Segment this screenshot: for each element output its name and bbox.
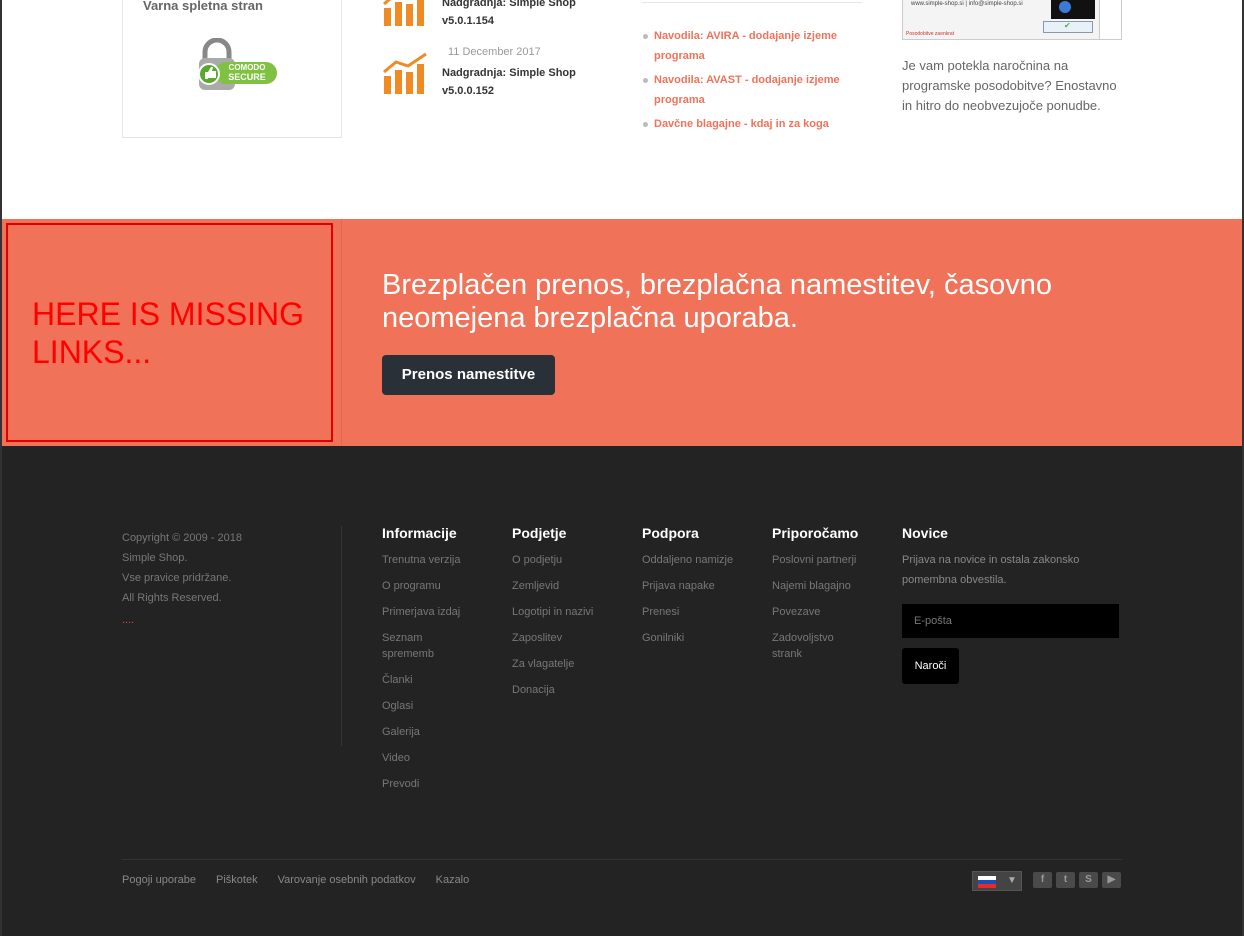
footer-link[interactable]: Galerija (382, 724, 502, 740)
footer-link[interactable]: Prenesi (642, 604, 762, 620)
chart-growth-icon (383, 52, 427, 94)
chevron-down-icon: ▼ (1007, 875, 1017, 886)
footer-bottom-link[interactable]: Kazalo (436, 874, 470, 886)
footer-link[interactable]: Video (382, 750, 502, 766)
subscribe-button[interactable]: Naroči (902, 648, 959, 684)
language-selector[interactable]: ▼ (972, 871, 1022, 891)
download-banner: HERE IS MISSING LINKS... Brezplačen pren… (2, 219, 1242, 446)
footer-link[interactable]: Primerjava izdaj (382, 604, 502, 620)
banner-left-panel: HERE IS MISSING LINKS... (2, 219, 342, 446)
footer-column-podpora: Podpora Oddaljeno namizje Prijava napake… (642, 524, 762, 656)
footer-column-title: Priporočamo (772, 525, 859, 541)
footer-link[interactable]: O podjetju (512, 552, 632, 568)
footer-link[interactable]: Donacija (512, 682, 632, 698)
news-title-line1: Nadgradnja: Simple Shop (442, 67, 576, 79)
footer-link[interactable]: Zemljevid (512, 578, 632, 594)
chart-growth-icon (383, 0, 424, 26)
newsletter: Novice Prijava na novice in ostala zakon… (902, 524, 1122, 684)
promo-text: Je vam potekla naročnina na programske p… (902, 58, 1117, 113)
news-item[interactable]: Nadgradnja: Simple Shop v5.0.1.154 (382, 0, 602, 44)
news-title[interactable]: Nadgradnja: Simple Shop v5.0.0.152 (442, 64, 602, 100)
footer-link[interactable]: Seznam sprememb (382, 630, 452, 662)
footer-link[interactable]: Gonilniki (642, 630, 762, 646)
slovenia-flag-icon (978, 876, 996, 888)
footer-link[interactable]: O programu (382, 578, 502, 594)
article-link[interactable]: Navodila: AVAST - dodajanje izjeme progr… (642, 70, 862, 110)
footer-link[interactable]: Prevodi (382, 776, 502, 792)
comodo-secure-badge[interactable]: COMODO SECURE (185, 38, 281, 94)
footer-column-priporocamo: Priporočamo Poslovni partnerji Najemi bl… (772, 524, 892, 672)
newsletter-title: Novice (902, 525, 948, 541)
footer-bottom-link[interactable]: Pogoji uporabe (122, 874, 196, 886)
footer-link[interactable]: Za vlagatelje (512, 656, 632, 672)
promo-image-text: www.simple-shop.si | info@simple-shop.si (911, 1, 1023, 7)
download-install-button[interactable]: Prenos namestitve (382, 355, 555, 395)
promo-screenshot[interactable]: www.simple-shop.si | info@simple-shop.si… (902, 0, 1122, 40)
banner-heading: Brezplačen prenos, brezplačna namestitev… (382, 269, 1053, 334)
footer-bottom-link[interactable]: Piškotek (216, 874, 258, 886)
facebook-icon[interactable]: f (1033, 872, 1052, 888)
footer-link[interactable]: Najemi blagajno (772, 578, 892, 594)
comodo-line2: SECURE (228, 72, 266, 82)
comodo-line1: COMODO (229, 63, 266, 72)
youtube-icon[interactable]: ▶ (1102, 872, 1121, 888)
footer-link[interactable]: Poslovni partnerji (772, 552, 892, 568)
top-section: Varna spletna stran COMODO SECURE Nadgra… (2, 0, 1242, 219)
footer-bottom-link[interactable]: Varovanje osebnih podatkov (278, 874, 416, 886)
footer-column-informacije: Informacije Trenutna verzija O programu … (382, 524, 502, 802)
promo-image-footer: Posodobitve zaenkrat (906, 31, 955, 37)
footer-column-title: Podpora (642, 525, 699, 541)
footer-column-title: Informacije (382, 525, 457, 541)
footer: Copyright © 2009 - 2018 Simple Shop. Vse… (2, 446, 1242, 936)
footer-link[interactable]: Povezave (772, 604, 892, 620)
email-field[interactable] (902, 604, 1119, 638)
skype-icon[interactable]: S (1079, 872, 1098, 888)
article-link[interactable]: Navodila: AVIRA - dodajanje izjeme progr… (642, 26, 862, 66)
secure-site-title: Varna spletna stran (143, 0, 263, 13)
news-item[interactable]: 11 December 2017 Nadgradnja: Simple Shop… (382, 44, 602, 104)
footer-link[interactable]: Zaposlitev (512, 630, 632, 646)
footer-link[interactable]: Oglasi (382, 698, 502, 714)
footer-column-podjetje: Podjetje O podjetju Zemljevid Logotipi i… (512, 524, 632, 708)
footer-link[interactable]: Trenutna verzija (382, 552, 502, 568)
twitter-icon[interactable]: t (1056, 872, 1075, 888)
footer-column-title: Podjetje (512, 525, 567, 541)
news-title-line1: Nadgradnja: Simple Shop (442, 0, 576, 9)
divider (642, 2, 862, 3)
footer-dots: .... (122, 614, 135, 626)
missing-links-annotation: HERE IS MISSING LINKS... (6, 223, 333, 442)
missing-links-note: HERE IS MISSING LINKS... (32, 296, 305, 370)
secure-site-box: Varna spletna stran COMODO SECURE (122, 0, 342, 138)
news-date: 11 December 2017 (448, 46, 541, 58)
social-links: f t S ▶ (1033, 872, 1121, 888)
footer-bottom-links: Pogoji uporabe Piškotek Varovanje osebni… (122, 874, 469, 886)
news-title-line2: v5.0.1.154 (442, 15, 494, 27)
copyright: Copyright © 2009 - 2018 Simple Shop. Vse… (122, 532, 243, 604)
footer-link[interactable]: Članki (382, 672, 502, 688)
footer-link[interactable]: Zadovoljstvo strank (772, 630, 842, 662)
news-title-line2: v5.0.0.152 (442, 85, 494, 97)
newsletter-text: Prijava na novice in ostala zakonsko pom… (902, 554, 1080, 586)
divider (122, 859, 1122, 860)
news-title[interactable]: Nadgradnja: Simple Shop v5.0.1.154 (442, 0, 602, 30)
footer-link[interactable]: Logotipi in nazivi (512, 604, 632, 620)
article-link[interactable]: Davčne blagajne - kdaj in za koga (642, 114, 862, 134)
footer-link[interactable]: Prijava napake (642, 578, 762, 594)
footer-link[interactable]: Oddaljeno namizje (642, 552, 762, 568)
divider (341, 526, 342, 746)
